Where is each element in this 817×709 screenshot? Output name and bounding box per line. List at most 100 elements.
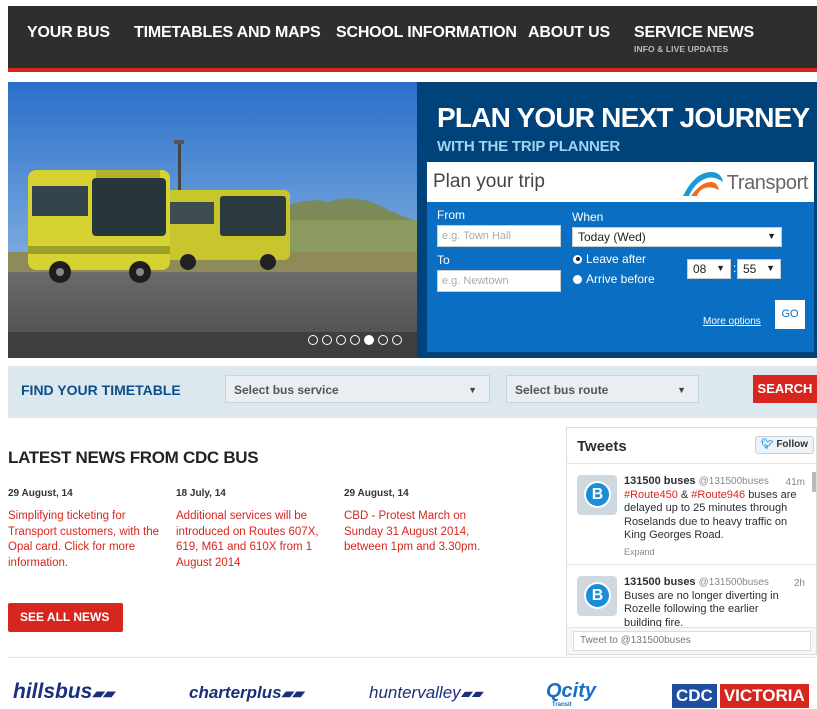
when-select[interactable]: Today (Wed) ▼: [572, 227, 782, 247]
news-link[interactable]: Additional services will be introduced o…: [176, 509, 331, 571]
main-nav: YOUR BUS TIMETABLES AND MAPS SCHOOL INFO…: [8, 6, 817, 72]
bus-stripe-icon: ▰▰: [92, 685, 114, 701]
news-title: LATEST NEWS FROM CDC BUS: [8, 448, 259, 467]
tweet-author[interactable]: 131500 buses: [624, 475, 696, 487]
planner-subtitle: WITH THE TRIP PLANNER: [437, 138, 621, 155]
nav-your-bus[interactable]: YOUR BUS: [27, 24, 110, 42]
chevron-right-icon: ›: [26, 639, 31, 654]
nav-service-news[interactable]: SERVICE NEWS INFO & LIVE UPDATES: [634, 24, 754, 54]
carousel-dot[interactable]: [336, 335, 346, 345]
bus-b-icon: B: [584, 582, 611, 609]
hero-carousel: [8, 82, 417, 358]
tweets-scrollbar[interactable]: [812, 472, 816, 492]
to-label: To: [437, 253, 450, 267]
chevron-down-icon: ▼: [716, 263, 725, 273]
timetable-bar: FIND YOUR TIMETABLE Select bus service ▼…: [8, 366, 817, 418]
when-label: When: [572, 210, 604, 224]
plan-trip-header: Plan your trip Transport: [427, 162, 814, 202]
time-separator: :: [733, 261, 737, 275]
bus-service-select[interactable]: Select bus service ▼: [225, 375, 490, 403]
cdc-logo-text: CDC: [672, 684, 717, 708]
from-input[interactable]: e.g. Town Hall: [437, 225, 561, 247]
follow-button[interactable]: 🐦︎ Follow: [754, 436, 814, 454]
tweet-expand-link[interactable]: Expand: [624, 546, 799, 560]
nav-timetables-and-maps[interactable]: TIMETABLES AND MAPS: [134, 24, 321, 42]
leave-after-label: Leave after: [586, 252, 647, 266]
tweet-handle: @131500buses: [698, 577, 769, 588]
avatar[interactable]: B: [577, 576, 617, 616]
hero-bus-photo: [8, 82, 417, 358]
news-link[interactable]: Simplifying ticketing for Transport cust…: [8, 509, 168, 571]
follow-label: Follow: [776, 439, 808, 450]
carousel-dot[interactable]: [392, 335, 402, 345]
search-button[interactable]: SEARCH: [753, 375, 817, 403]
radio-selected-icon: [573, 254, 582, 264]
minute-select[interactable]: 55 ▼: [737, 259, 781, 279]
more-options-link[interactable]: More options: [703, 316, 761, 327]
bus-b-icon: B: [584, 481, 611, 508]
news-link[interactable]: CBD - Protest March on Sunday 31 August …: [344, 509, 494, 556]
see-all-news-button[interactable]: SEE ALL NEWS ›: [8, 603, 123, 654]
bus-route-select[interactable]: Select bus route ▼: [506, 375, 699, 403]
huntervalley-logo[interactable]: huntervalley▰▰: [369, 683, 482, 709]
tweet-compose-input[interactable]: Tweet to @131500buses: [573, 631, 811, 651]
bus-route-value: Select bus route: [515, 383, 609, 397]
huntervalley-logo-text: huntervalley: [369, 683, 461, 702]
hashtag-link[interactable]: #Route450: [624, 489, 678, 501]
bus-2: [166, 190, 290, 270]
carousel-dot[interactable]: [322, 335, 332, 345]
tweet-handle: @131500buses: [698, 476, 769, 487]
plan-trip-label: Plan your trip: [433, 171, 545, 192]
radio-unselected-icon: [573, 274, 582, 284]
carousel-dot[interactable]: [350, 335, 360, 345]
news-date: 29 August, 14: [8, 488, 73, 499]
qcity-logo[interactable]: Qcity Transit: [546, 680, 597, 708]
tweet[interactable]: B 2h 131500 buses @131500buses Buses are…: [567, 566, 816, 636]
nav-about-us[interactable]: ABOUT US: [528, 24, 610, 42]
transport-logo-text: Transport: [726, 171, 809, 194]
go-button[interactable]: GO: [775, 300, 805, 329]
footer-divider: [8, 657, 817, 658]
timetable-label: FIND YOUR TIMETABLE: [21, 382, 181, 398]
tweet-body: 131500 buses @131500buses Buses are no l…: [624, 576, 799, 630]
tweet-author[interactable]: 131500 buses: [624, 576, 696, 588]
news-date: 18 July, 14: [176, 488, 226, 499]
hashtag-link[interactable]: #Route946: [691, 489, 745, 501]
hillsbus-logo[interactable]: hillsbus▰▰: [13, 680, 114, 706]
charterplus-logo-text: charterplus: [189, 683, 282, 702]
bus-stripe-icon: ▰▰: [281, 685, 304, 701]
nav-service-news-label: SERVICE NEWS: [634, 24, 754, 41]
cdc-victoria-logo[interactable]: CDC VICTORIA: [672, 684, 809, 708]
arrive-before-radio[interactable]: Arrive before: [573, 272, 655, 286]
bus-service-value: Select bus service: [234, 383, 339, 397]
arrive-before-label: Arrive before: [586, 272, 655, 286]
chevron-down-icon: ▼: [468, 385, 477, 395]
carousel-dot[interactable]: [308, 335, 318, 345]
qcity-logo-text: Qcity: [546, 680, 597, 702]
nav-service-news-sub: INFO & LIVE UPDATES: [634, 44, 729, 54]
qcity-logo-sub: Transit: [552, 702, 572, 708]
news-item: 29 August, 14 CBD - Protest March on Sun…: [344, 488, 494, 556]
tweets-header: Tweets 🐦︎ Follow: [567, 428, 816, 464]
tweet[interactable]: B 41m 131500 buses @131500buses #Route45…: [567, 465, 816, 565]
victoria-logo-text: VICTORIA: [719, 684, 809, 708]
chevron-down-icon: ▼: [767, 231, 776, 241]
hour-select[interactable]: 08 ▼: [687, 259, 731, 279]
carousel-dot[interactable]: [364, 335, 374, 345]
hour-value: 08: [693, 262, 707, 276]
charterplus-logo[interactable]: charterplus▰▰: [189, 683, 303, 709]
news-item: 18 July, 14 Additional services will be …: [176, 488, 331, 571]
bus-1: [28, 170, 170, 283]
avatar[interactable]: B: [577, 475, 617, 515]
carousel-dot[interactable]: [378, 335, 388, 345]
to-input[interactable]: e.g. Newtown: [437, 270, 561, 292]
chevron-down-icon: ▼: [766, 263, 775, 273]
leave-after-radio[interactable]: Leave after: [573, 252, 646, 266]
twitter-bird-icon: 🐦︎: [760, 439, 774, 450]
tweet-amp: &: [680, 488, 689, 501]
tweets-title: Tweets: [577, 438, 627, 455]
chevron-down-icon: ▼: [677, 385, 686, 395]
when-value: Today (Wed): [578, 230, 646, 244]
nav-school-information[interactable]: SCHOOL INFORMATION: [336, 24, 517, 42]
plan-form: From e.g. Town Hall To e.g. Newtown When…: [427, 202, 814, 352]
